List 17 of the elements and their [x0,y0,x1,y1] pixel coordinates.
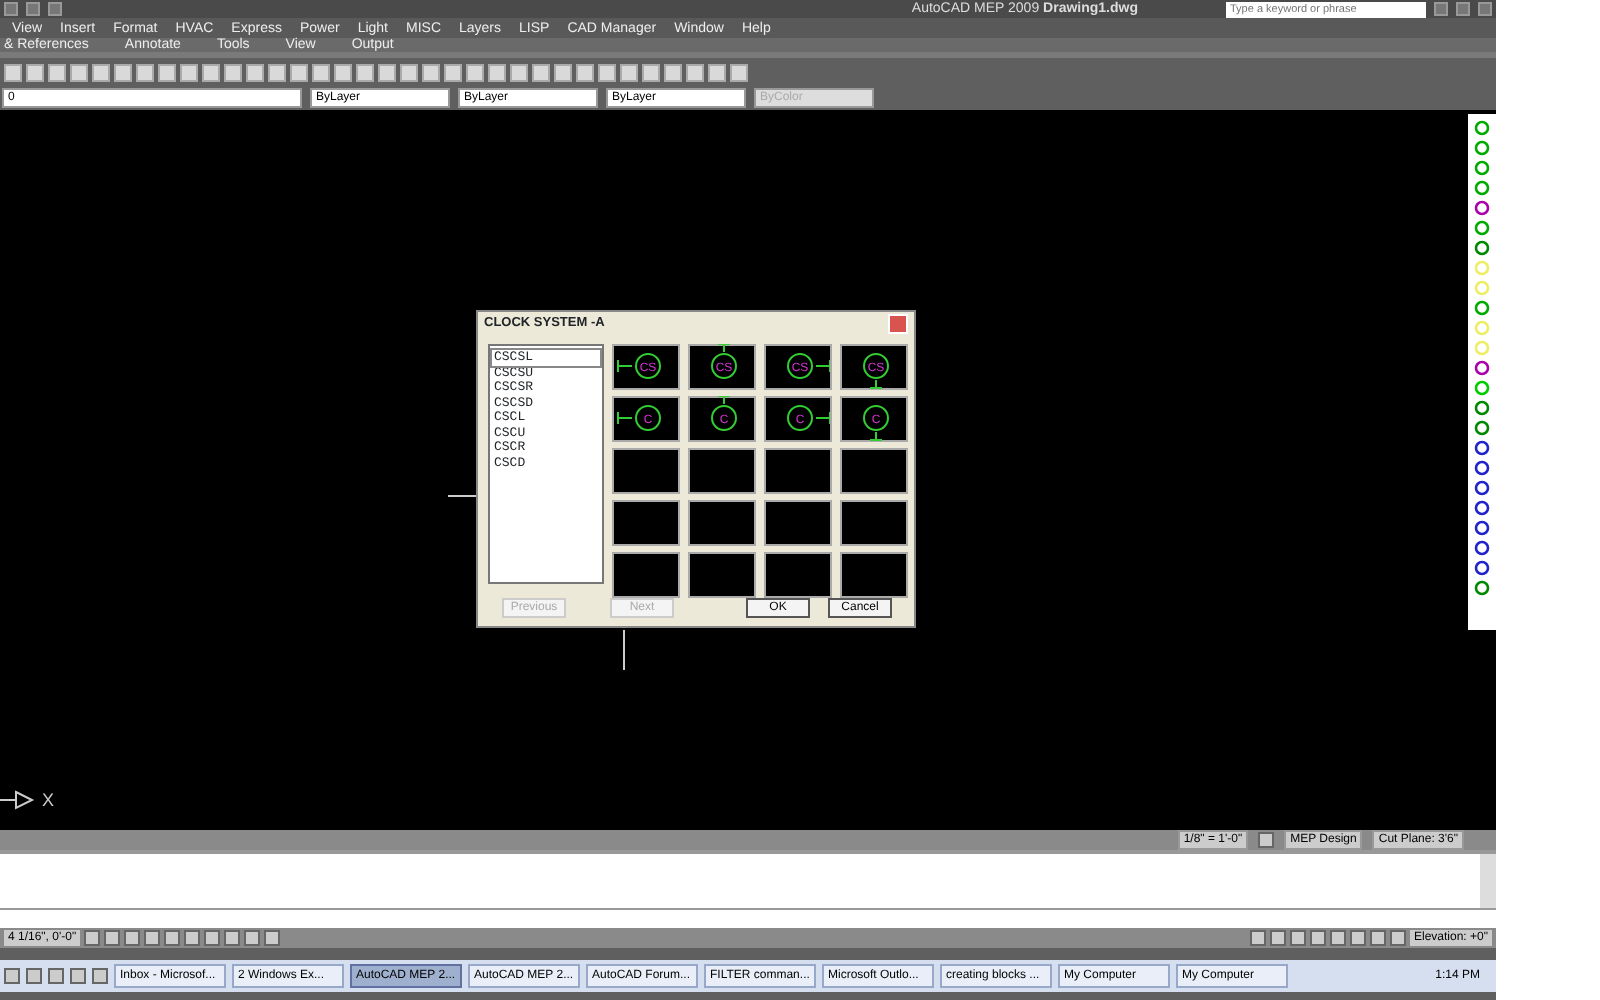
annotation-icon[interactable] [1258,832,1275,848]
scrollbar[interactable] [1480,854,1496,908]
crosshair-line [448,494,476,498]
empty-tile[interactable] [764,500,832,546]
crosshair-line [622,630,626,670]
empty-tile[interactable] [840,500,908,546]
empty-tile[interactable] [612,500,680,546]
empty-tile[interactable] [688,448,756,494]
empty-tile[interactable] [612,552,680,598]
empty-tile[interactable] [764,552,832,598]
empty-tile[interactable] [612,448,680,494]
axis-label: X [42,792,55,810]
empty-tile[interactable] [688,552,756,598]
empty-tile[interactable] [688,500,756,546]
empty-tile[interactable] [840,552,908,598]
empty-tile[interactable] [840,448,908,494]
empty-tile[interactable] [764,448,832,494]
